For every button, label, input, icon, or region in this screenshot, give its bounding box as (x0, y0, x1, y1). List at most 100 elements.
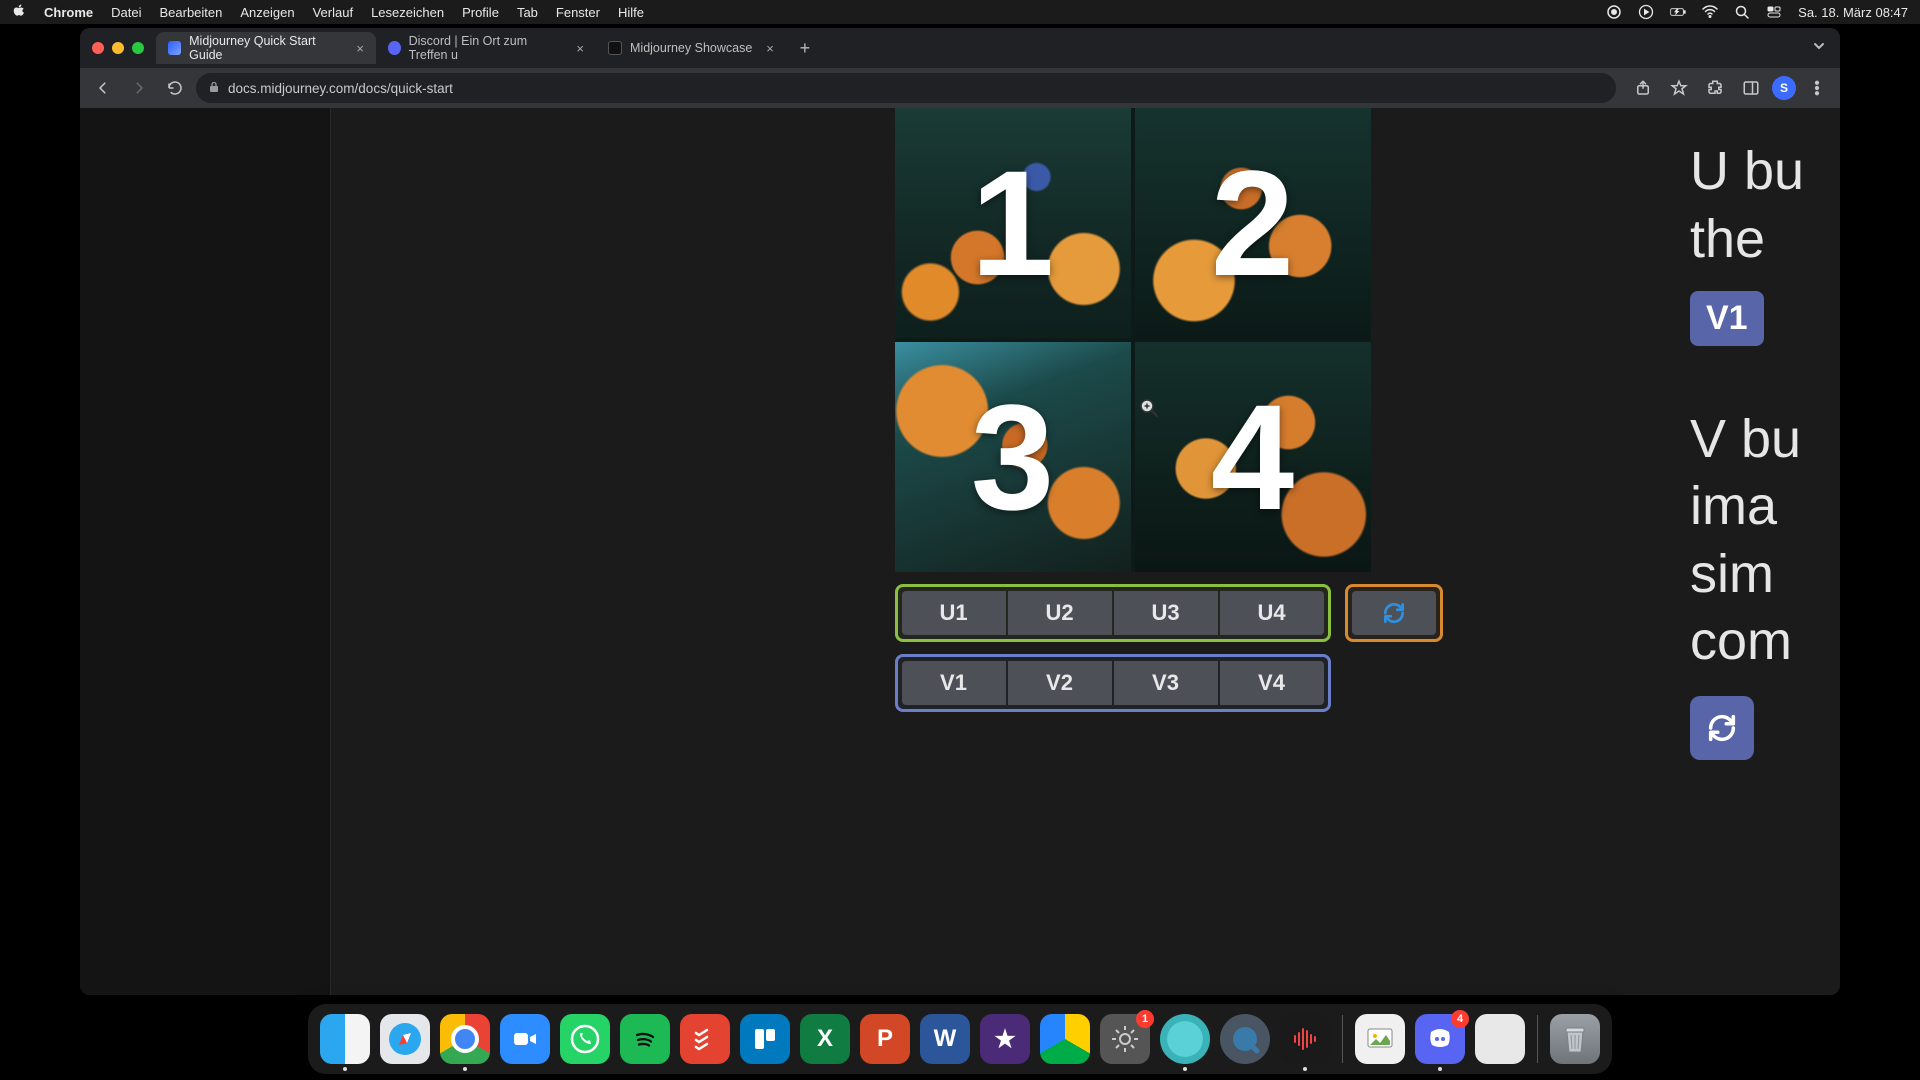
url-text: docs.midjourney.com/docs/quick-start (228, 81, 453, 96)
tab-close-icon[interactable]: × (356, 41, 364, 56)
tab-close-icon[interactable]: × (576, 41, 584, 56)
regenerate-box (1345, 584, 1443, 642)
chrome-menu-button[interactable] (1802, 73, 1832, 103)
menu-hilfe[interactable]: Hilfe (618, 5, 644, 20)
v2-button[interactable]: V2 (1008, 661, 1112, 705)
dock-powerpoint[interactable]: P (860, 1014, 910, 1064)
forward-button[interactable] (124, 73, 154, 103)
trash-icon (1560, 1022, 1590, 1056)
window-close-button[interactable] (92, 42, 104, 54)
macos-dock: X P W ★ 1 4 (308, 1004, 1612, 1074)
upscale-button-row: U1 U2 U3 U4 (895, 584, 1331, 642)
tab-strip: Midjourney Quick Start Guide × Discord |… (80, 28, 1840, 68)
reload-button[interactable] (160, 73, 190, 103)
grid-number: 1 (971, 137, 1054, 310)
extensions-button[interactable] (1700, 73, 1730, 103)
discord-icon (1425, 1024, 1455, 1054)
menu-fenster[interactable]: Fenster (556, 5, 600, 20)
sidepanel-button[interactable] (1736, 73, 1766, 103)
v4-button[interactable]: V4 (1220, 661, 1324, 705)
grid-cell-2: 2 (1135, 108, 1371, 338)
tab-midjourney-showcase[interactable]: Midjourney Showcase × (596, 32, 786, 64)
dock-discord[interactable]: 4 (1415, 1014, 1465, 1064)
dock-todoist[interactable] (680, 1014, 730, 1064)
menu-datei[interactable]: Datei (111, 5, 141, 20)
v3-button[interactable]: V3 (1114, 661, 1218, 705)
dock-voice-memos[interactable] (1280, 1014, 1330, 1064)
dock-whatsapp[interactable] (560, 1014, 610, 1064)
refresh-icon (1705, 711, 1739, 745)
tab-overflow-icon[interactable] (1812, 39, 1826, 58)
side-refresh-badge (1690, 696, 1754, 760)
u2-button[interactable]: U2 (1008, 591, 1112, 635)
quicktime-icon (1229, 1023, 1261, 1055)
tab-close-icon[interactable]: × (766, 41, 774, 56)
dock-word[interactable]: W (920, 1014, 970, 1064)
dock-trash[interactable] (1550, 1014, 1600, 1064)
dock-chrome[interactable] (440, 1014, 490, 1064)
side-text-line: sim (1690, 541, 1840, 609)
record-icon[interactable] (1606, 4, 1622, 20)
menu-lesezeichen[interactable]: Lesezeichen (371, 5, 444, 20)
dock-trello[interactable] (740, 1014, 790, 1064)
battery-icon[interactable] (1670, 4, 1686, 20)
main-column: 1 2 3 4 (535, 108, 1690, 995)
tab-midjourney-quickstart[interactable]: Midjourney Quick Start Guide × (156, 32, 376, 64)
grid-number: 3 (971, 371, 1054, 544)
menu-anzeigen[interactable]: Anzeigen (240, 5, 294, 20)
dock-finder[interactable] (320, 1014, 370, 1064)
window-minimize-button[interactable] (112, 42, 124, 54)
letter-x-icon: X (817, 1025, 833, 1053)
dock-system-settings[interactable]: 1 (1100, 1014, 1150, 1064)
tab-discord[interactable]: Discord | Ein Ort zum Treffen u × (376, 32, 596, 64)
share-button[interactable] (1628, 73, 1658, 103)
dock-quicktime[interactable] (1220, 1014, 1270, 1064)
favicon-discord-icon (388, 41, 401, 55)
video-icon (511, 1025, 539, 1053)
menubar-app-name[interactable]: Chrome (44, 5, 93, 20)
dock-excel[interactable]: X (800, 1014, 850, 1064)
sidebar-gutter (330, 108, 535, 995)
u4-button[interactable]: U4 (1220, 591, 1324, 635)
regenerate-button[interactable] (1352, 591, 1436, 635)
menu-bearbeiten[interactable]: Bearbeiten (159, 5, 222, 20)
dock-preview[interactable] (1355, 1014, 1405, 1064)
dock-app-teal[interactable] (1160, 1014, 1210, 1064)
u1-button[interactable]: U1 (902, 591, 1006, 635)
variation-row-wrap: V1 V2 V3 V4 (895, 654, 1371, 712)
control-center-icon[interactable] (1766, 4, 1782, 20)
settings-badge: 1 (1136, 1010, 1154, 1028)
macos-menubar: Chrome Datei Bearbeiten Anzeigen Verlauf… (0, 0, 1920, 24)
window-maximize-button[interactable] (132, 42, 144, 54)
grid-cell-3: 3 (895, 342, 1131, 572)
dock-recent-app[interactable] (1475, 1014, 1525, 1064)
dock-google-drive[interactable] (1040, 1014, 1090, 1064)
side-text-line: ima (1690, 473, 1840, 541)
address-bar[interactable]: docs.midjourney.com/docs/quick-start (196, 73, 1616, 103)
refresh-icon (1381, 600, 1407, 626)
right-text-column: U bu the V1 V bu ima sim com (1690, 108, 1840, 995)
menu-tab[interactable]: Tab (517, 5, 538, 20)
apple-logo-icon[interactable] (12, 4, 26, 21)
menu-profile[interactable]: Profile (462, 5, 499, 20)
profile-avatar[interactable]: S (1772, 76, 1796, 100)
u3-button[interactable]: U3 (1114, 591, 1218, 635)
dock-spotify[interactable] (620, 1014, 670, 1064)
gear-icon (1109, 1023, 1141, 1055)
wifi-icon[interactable] (1702, 4, 1718, 20)
menu-verlauf[interactable]: Verlauf (313, 5, 353, 20)
back-button[interactable] (88, 73, 118, 103)
search-icon[interactable] (1734, 4, 1750, 20)
bookmark-button[interactable] (1664, 73, 1694, 103)
dock-safari[interactable] (380, 1014, 430, 1064)
dock-zoom[interactable] (500, 1014, 550, 1064)
v1-button[interactable]: V1 (902, 661, 1006, 705)
dock-imovie[interactable]: ★ (980, 1014, 1030, 1064)
new-tab-button[interactable]: + (792, 35, 818, 61)
image-grid[interactable]: 1 2 3 4 (895, 108, 1371, 572)
compass-icon (387, 1021, 423, 1057)
menubar-clock[interactable]: Sa. 18. März 08:47 (1798, 5, 1908, 20)
letter-w-icon: W (934, 1025, 957, 1053)
play-circle-icon[interactable] (1638, 4, 1654, 20)
grid-number: 4 (1211, 371, 1294, 544)
